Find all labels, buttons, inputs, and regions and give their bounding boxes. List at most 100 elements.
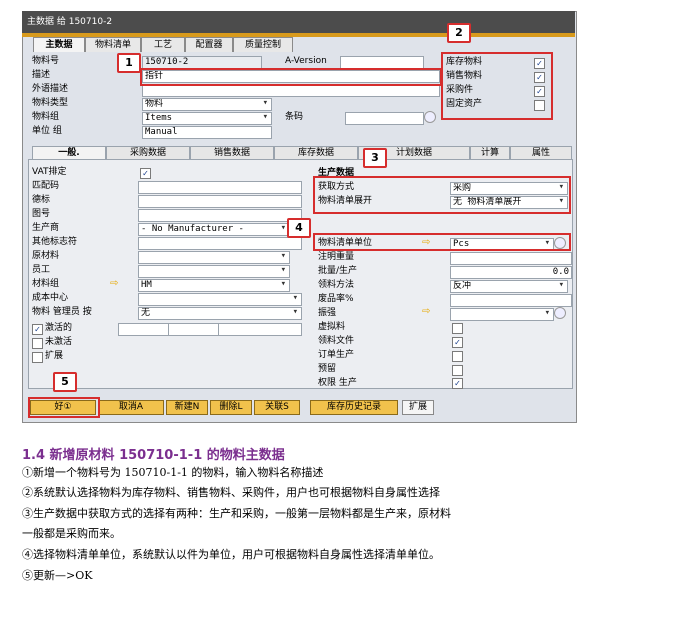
badge-3: 3	[363, 148, 387, 168]
inactive-label: 未激活	[45, 337, 73, 347]
item-type-label: 物料类型	[32, 98, 69, 108]
drawing-label: 图号	[32, 209, 51, 219]
issue-method-label: 领料方法	[318, 280, 355, 290]
cost-center-select[interactable]	[138, 293, 302, 306]
phantom-label: 虚拟料	[318, 322, 346, 332]
material-group-select[interactable]: HM	[138, 279, 290, 292]
doc-line: ⑤更新—>OK	[22, 569, 93, 582]
batch-field[interactable]: 0.0	[450, 266, 572, 279]
subtab-properties[interactable]: 属性	[510, 146, 572, 160]
subtab-costing[interactable]: 计算	[470, 146, 510, 160]
tab-quality[interactable]: 质量控制	[233, 37, 293, 52]
match-code-field[interactable]	[138, 181, 302, 194]
badge-2: 2	[447, 23, 471, 43]
cost-center-label: 成本中心	[32, 293, 69, 303]
active-from-field[interactable]	[118, 323, 170, 336]
subtab-sales[interactable]: 销售数据	[190, 146, 274, 160]
vat-label: VAT排定	[32, 167, 67, 177]
batch-label: 批量/生产	[318, 266, 358, 276]
raw-material-select[interactable]	[138, 251, 290, 264]
gradient-link-icon[interactable]: ⇨	[422, 306, 430, 317]
tab-routing[interactable]: 工艺	[141, 37, 185, 52]
new-button[interactable]: 新建N	[166, 400, 208, 415]
item-type-select[interactable]: 物料	[142, 98, 272, 111]
manufacturer-select[interactable]: - No Manufacturer -	[138, 223, 290, 236]
auth-prod-checkbox[interactable]: ✓	[452, 378, 463, 389]
gradient-select[interactable]	[450, 308, 554, 321]
doc-line: ②系统默认选择物料为库存物料、销售物料、采购件，用户也可根据物料自身属性选择	[22, 486, 440, 499]
phantom-checkbox[interactable]	[452, 323, 463, 334]
scrap-label: 废品率%	[318, 294, 354, 304]
issue-doc-checkbox[interactable]: ✓	[452, 337, 463, 348]
doc-heading: 1.4 新增原材料 150710-1-1 的物料主数据	[22, 448, 285, 463]
doc-line: ①新增一个物料号为 150710-1-1 的物料，输入物料名称描述	[22, 466, 324, 479]
description-label: 描述	[32, 70, 51, 80]
gradient-label: 振强	[318, 308, 337, 318]
note-weight-label: 注明重量	[318, 252, 355, 262]
highlight-bom-uom	[313, 233, 571, 251]
order-prod-checkbox[interactable]	[452, 351, 463, 362]
badge-4: 4	[287, 218, 311, 238]
highlight-description	[140, 68, 442, 86]
delete-button[interactable]: 删除L	[210, 400, 252, 415]
drawing-field[interactable]	[138, 209, 302, 222]
subtab-purchasing[interactable]: 采购数据	[106, 146, 190, 160]
window-title: 主数据 给 150710-2	[27, 17, 113, 27]
barcode-field[interactable]	[345, 112, 424, 125]
inactive-checkbox[interactable]	[32, 338, 43, 349]
item-group-label: 物料组	[32, 112, 60, 122]
other-id-field[interactable]	[138, 237, 302, 250]
match-code-label: 匹配码	[32, 181, 60, 191]
note-weight-field[interactable]	[450, 252, 572, 265]
employee-label: 员工	[32, 265, 51, 275]
employee-select[interactable]	[138, 265, 290, 278]
cancel-button[interactable]: 取消A	[98, 400, 164, 415]
stock-history-button[interactable]: 库存历史记录	[310, 400, 398, 415]
highlight-procurement	[313, 176, 571, 214]
reserve-checkbox[interactable]	[452, 365, 463, 376]
active-to-field[interactable]	[168, 323, 220, 336]
item-manager-label: 物料 管理员 按	[32, 307, 92, 317]
extended-checkbox[interactable]	[32, 352, 43, 363]
highlight-ok	[28, 397, 100, 418]
barcode-lookup-icon[interactable]	[424, 111, 436, 123]
foreign-desc-label: 外语描述	[32, 84, 69, 94]
remarks-field[interactable]	[138, 195, 302, 208]
subtab-general[interactable]: 一般.	[32, 146, 106, 160]
highlight-flags	[441, 52, 553, 120]
material-group-label: 材料组	[32, 279, 60, 289]
issue-method-select[interactable]: 反冲	[450, 280, 568, 293]
uom-group-field[interactable]: Manual	[142, 126, 272, 139]
extended-label: 扩展	[45, 351, 64, 361]
doc-line: 一般都是采购而来。	[22, 527, 121, 540]
subtab-inventory[interactable]: 库存数据	[274, 146, 358, 160]
item-manager-select[interactable]: 无	[138, 307, 302, 320]
barcode-label: 条码	[285, 112, 304, 122]
tab-bom[interactable]: 物料清单	[85, 37, 141, 52]
gradient-lookup-icon[interactable]	[554, 307, 566, 319]
extend-button[interactable]: 扩展	[402, 400, 434, 415]
active-label: 激活的	[45, 323, 73, 333]
link-arrow-icon[interactable]: ⇨	[110, 278, 118, 289]
active-checkbox[interactable]: ✓	[32, 324, 43, 335]
auth-prod-label: 权限 生产	[318, 378, 357, 388]
version-label: A-Version	[285, 56, 327, 66]
other-id-label: 其他标志符	[32, 237, 78, 247]
window-titlebar: 主数据 给 150710-2	[22, 11, 575, 33]
item-group-select[interactable]: Items	[142, 112, 272, 125]
doc-line: ④选择物料清单单位，系统默认以件为单位，用户可根据物料自身属性选择清单单位。	[22, 548, 440, 561]
link-button[interactable]: 关联S	[254, 400, 300, 415]
tab-main-data[interactable]: 主数据	[33, 37, 85, 52]
active-remarks-field[interactable]	[218, 323, 302, 336]
item-no-label: 物料号	[32, 56, 60, 66]
vat-checkbox[interactable]: ✓	[140, 168, 151, 179]
reserve-label: 预留	[318, 364, 337, 374]
tab-configurator[interactable]: 配置器	[185, 37, 233, 52]
scrap-field[interactable]	[450, 294, 572, 307]
badge-1: 1	[117, 53, 141, 73]
doc-line: ③生产数据中获取方式的选择有两种：生产和采购，一般第一层物料都是生产来，原材料	[22, 507, 451, 520]
raw-material-label: 原材料	[32, 251, 60, 261]
manufacturer-label: 生产商	[32, 223, 60, 233]
uom-group-label: 单位 组	[32, 126, 62, 136]
order-prod-label: 订单生产	[318, 350, 355, 360]
